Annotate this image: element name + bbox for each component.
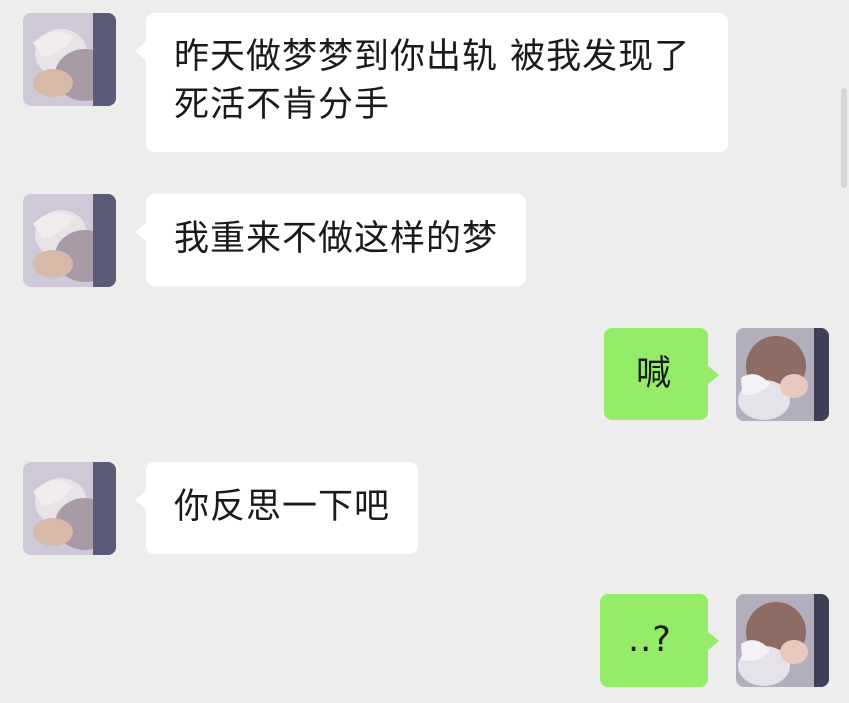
message-text: 我重来不做这样的梦	[174, 219, 499, 259]
message-bubble[interactable]: 你反思一下吧	[135, 462, 419, 554]
contact-avatar[interactable]	[23, 462, 116, 555]
message-text: 喊	[636, 354, 673, 394]
bubble-tail	[135, 490, 147, 510]
message-text: ..?	[628, 620, 672, 660]
self-avatar[interactable]	[736, 328, 829, 421]
message-text: 你反思一下吧	[174, 487, 391, 527]
bubble-tail	[135, 222, 147, 242]
message-text: 昨天做梦梦到你出轨 被我发现了 死活不肯分手	[174, 37, 691, 125]
contact-avatar[interactable]	[23, 194, 116, 287]
bubble-tail	[135, 41, 147, 61]
chat-message-list[interactable]: 昨天做梦梦到你出轨 被我发现了 死活不肯分手 我重来不做这样的梦 喊 你反思一下…	[0, 0, 849, 703]
message-bubble[interactable]: 昨天做梦梦到你出轨 被我发现了 死活不肯分手	[135, 13, 728, 152]
message-bubble[interactable]: ..?	[600, 594, 719, 687]
scrollbar[interactable]	[841, 88, 847, 188]
message-bubble[interactable]: 喊	[604, 328, 719, 420]
message-bubble[interactable]: 我重来不做这样的梦	[135, 194, 527, 286]
self-avatar[interactable]	[736, 594, 829, 687]
bubble-tail	[707, 631, 719, 651]
contact-avatar[interactable]	[23, 13, 116, 106]
bubble-tail	[707, 365, 719, 385]
